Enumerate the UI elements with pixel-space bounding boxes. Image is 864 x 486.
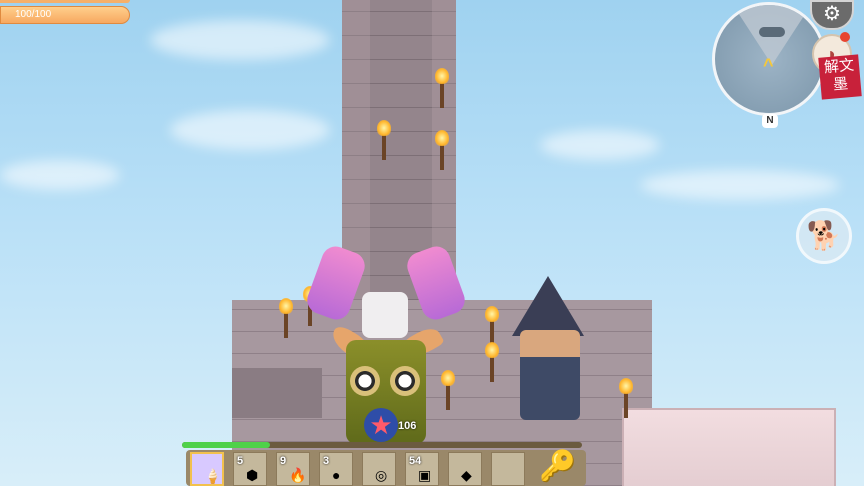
torch (279, 298, 293, 338)
hotbar-slot[interactable] (491, 452, 525, 486)
hotbar: 🍦 5 ⬢ 9 🔥 3 ● ◎ 54 ▣ ◆ (186, 450, 586, 486)
compass-north: N (762, 114, 778, 128)
ice-cream-icon: 🍦 (204, 468, 222, 484)
crate-icon: ▣ (418, 467, 432, 483)
pet-dog-icon: 🐕 (806, 220, 842, 251)
player-marker (759, 27, 785, 37)
experience-fill (182, 442, 270, 448)
slot-count: 9 (280, 455, 287, 467)
torch (435, 130, 449, 170)
cloud (150, 20, 330, 60)
goggle (350, 366, 380, 396)
cloud (0, 160, 120, 190)
chevron-up-icon: ^ (763, 55, 774, 75)
disc-icon: ◎ (375, 467, 388, 483)
minimap[interactable]: ^ N (712, 0, 826, 128)
torch (619, 378, 633, 418)
stone-icon: ⬢ (246, 467, 259, 483)
status-strip (0, 0, 130, 3)
torch-icon: 🔥 (289, 467, 307, 483)
key-icon[interactable]: 🔑 (534, 448, 582, 486)
hotbar-slot[interactable]: 9 🔥 (276, 452, 310, 486)
slot-count: 5 (237, 455, 244, 467)
torch (377, 120, 391, 160)
ammo-count: 106 (398, 420, 417, 432)
hotbar-slot[interactable]: 5 ⬢ (233, 452, 267, 486)
head-pet (362, 292, 408, 338)
seal-stamp: 解文墨 (818, 54, 862, 100)
pet-button[interactable]: 🐕 (796, 208, 852, 264)
hotbar-slot[interactable]: ◆ (448, 452, 482, 486)
health-text: 100/100 (15, 9, 52, 20)
health-bar: 100/100 (0, 6, 130, 24)
crystal-icon: ◆ (461, 467, 472, 483)
hotbar-slot[interactable]: ◎ (362, 452, 396, 486)
hotbar-slot[interactable]: 54 ▣ (405, 452, 439, 486)
torch (485, 342, 499, 382)
hotbar-slot[interactable]: 🍦 (190, 452, 224, 486)
minimap-disc: ^ (712, 2, 826, 116)
platform-ledge (232, 368, 322, 418)
star-badge: ★ (364, 408, 398, 442)
slot-count: 3 (323, 455, 330, 467)
goggle (390, 366, 420, 396)
gear-icon: ⚙ (823, 3, 841, 25)
slot-count: 54 (409, 455, 422, 467)
npc-character (520, 330, 580, 420)
marble-block (622, 408, 836, 486)
torch (435, 68, 449, 108)
cloud (640, 170, 840, 200)
cloud (170, 110, 330, 150)
cloud (540, 130, 660, 160)
experience-bar (182, 442, 582, 448)
torch (441, 370, 455, 410)
hotbar-slot[interactable]: 3 ● (319, 452, 353, 486)
notification-dot (840, 32, 850, 42)
rock-icon: ● (332, 467, 341, 483)
